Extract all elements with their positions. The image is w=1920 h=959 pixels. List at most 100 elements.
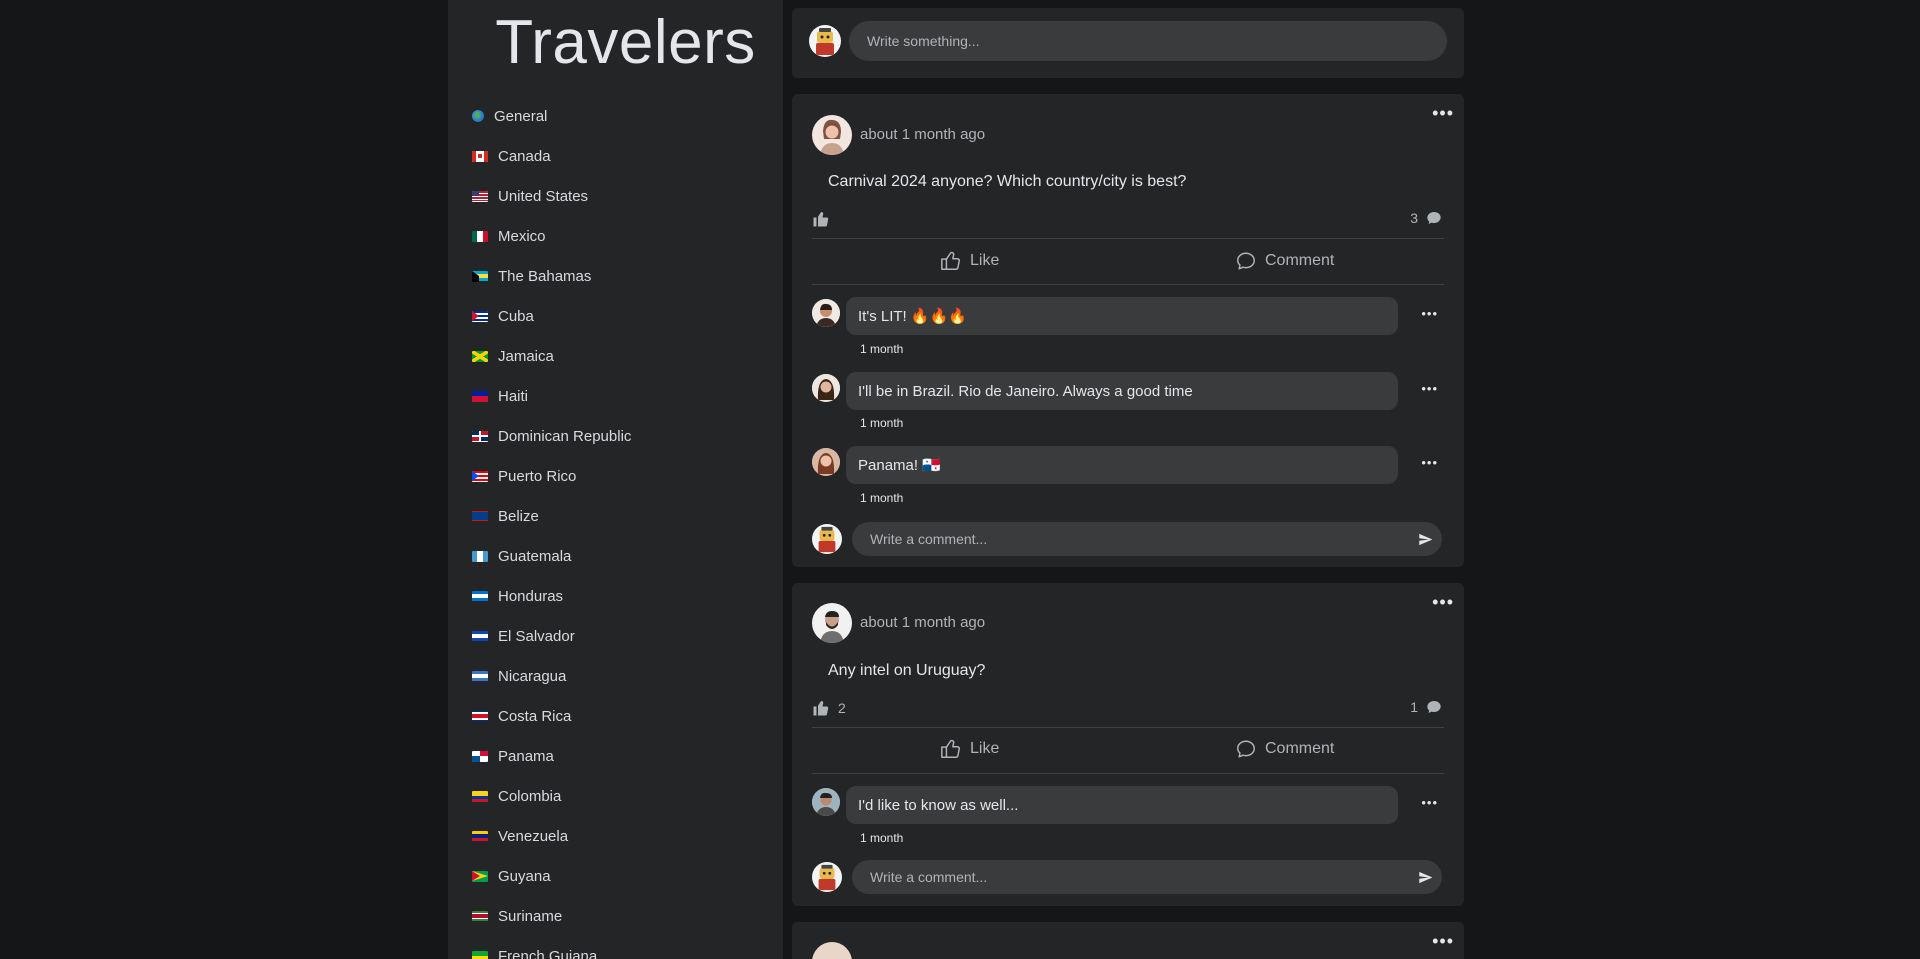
comment-timestamp: 1 month [860, 831, 904, 845]
comment-more-options-icon[interactable]: ••• [1421, 455, 1438, 470]
comment-button[interactable]: Comment [1235, 738, 1334, 760]
flag-icon [472, 190, 498, 202]
sidebar-item-costa-rica[interactable]: Costa Rica [448, 696, 783, 736]
comment-timestamp: 1 month [860, 342, 904, 356]
comment-icon [1237, 252, 1255, 270]
sidebar-item-haiti[interactable]: Haiti [448, 376, 783, 416]
flag-icon [472, 350, 498, 362]
sidebar-item-label: Nicaragua [498, 667, 567, 685]
sidebar-item-canada[interactable]: Canada [448, 136, 783, 176]
comment-input[interactable]: Write a comment... [852, 860, 1442, 894]
sidebar-item-label: Canada [498, 147, 551, 165]
comment-button[interactable]: Comment [1235, 250, 1334, 272]
sidebar-item-guyana[interactable]: Guyana [448, 856, 783, 896]
comment-filled-icon [1427, 212, 1441, 224]
sidebar-item-label: Mexico [498, 227, 546, 245]
sidebar-item-the-bahamas[interactable]: The Bahamas [448, 256, 783, 296]
sidebar-item-united-states[interactable]: United States [448, 176, 783, 216]
comment-avatar[interactable] [812, 374, 840, 402]
composer-input[interactable]: Write something... [849, 21, 1447, 61]
post-more-options-icon[interactable]: ••• [1432, 593, 1454, 611]
sidebar-item-label: El Salvador [498, 627, 575, 645]
comment-more-options-icon[interactable]: ••• [1421, 795, 1438, 810]
flag-icon [472, 750, 498, 762]
sidebar-item-french-guiana[interactable]: French Guiana [448, 936, 783, 959]
comment-avatar[interactable] [812, 448, 840, 476]
flag-icon [472, 950, 498, 959]
flag-icon [472, 510, 498, 522]
thumbs-up-icon [941, 739, 960, 758]
sidebar-item-label: Belize [498, 507, 539, 525]
flag-icon [472, 830, 498, 842]
flag-icon [472, 230, 498, 242]
comment-avatar[interactable] [812, 788, 840, 816]
sidebar-item-panama[interactable]: Panama [448, 736, 783, 776]
sidebar-item-label: Venezuela [498, 827, 569, 845]
sidebar-item-label: United States [498, 187, 589, 205]
sidebar-item-venezuela[interactable]: Venezuela [448, 816, 783, 856]
post-text: Any intel on Uruguay? [828, 662, 986, 679]
sidebar-item-colombia[interactable]: Colombia [448, 776, 783, 816]
flag-icon [472, 870, 498, 882]
sidebar-item-general[interactable]: General [448, 96, 783, 136]
like-button[interactable]: Like [940, 250, 999, 272]
flag-icon [472, 470, 498, 482]
post-timestamp: about 1 month ago [860, 614, 986, 631]
send-icon[interactable] [1418, 532, 1433, 547]
comment-bubble: I'll be in Brazil. Rio de Janeiro. Alway… [846, 372, 1398, 410]
sidebar-item-label: French Guiana [498, 947, 598, 959]
sidebar-item-label: Suriname [498, 907, 563, 925]
author-avatar[interactable] [812, 942, 852, 959]
flag-icon [472, 150, 498, 162]
sidebar-item-label: Guyana [498, 867, 551, 885]
comment-avatar[interactable] [812, 299, 840, 327]
sidebar-item-honduras[interactable]: Honduras [448, 576, 783, 616]
sidebar-item-cuba[interactable]: Cuba [448, 296, 783, 336]
globe-icon [472, 110, 484, 122]
sidebar-item-label: Cuba [498, 307, 534, 325]
sidebar-item-puerto-rico[interactable]: Puerto Rico [448, 456, 783, 496]
sidebar-item-label: Honduras [498, 587, 564, 605]
like-filled-icon [813, 212, 829, 227]
flag-icon [472, 910, 498, 922]
comment-bubble: Panama! 🇵🇦 [846, 446, 1398, 484]
flag-icon [472, 270, 498, 282]
post-more-options-icon[interactable]: ••• [1432, 932, 1454, 950]
sidebar-item-label: Jamaica [498, 347, 554, 365]
author-avatar[interactable] [812, 115, 852, 155]
sidebar-item-jamaica[interactable]: Jamaica [448, 336, 783, 376]
comment-timestamp: 1 month [860, 491, 904, 505]
post-composer: Write something... [792, 8, 1464, 78]
post-like-count: 2 [812, 699, 846, 717]
sidebar-item-el-salvador[interactable]: El Salvador [448, 616, 783, 656]
sidebar-item-label: Panama [498, 747, 554, 765]
sidebar-item-suriname[interactable]: Suriname [448, 896, 783, 936]
like-filled-icon [813, 701, 829, 716]
sidebar-item-nicaragua[interactable]: Nicaragua [448, 656, 783, 696]
app-title: Travelers [495, 8, 756, 77]
post-card: ••• about 1 month ago Carnival 2024 anyo… [792, 94, 1464, 567]
post-comment-count[interactable]: 3 [1410, 210, 1442, 226]
comment-more-options-icon[interactable]: ••• [1421, 381, 1438, 396]
sidebar: Travelers General Canada United States Mexi… [448, 0, 783, 959]
divider [812, 238, 1444, 239]
sidebar-item-mexico[interactable]: Mexico [448, 216, 783, 256]
post-more-options-icon[interactable]: ••• [1432, 104, 1454, 122]
post-timestamp: about 1 month ago [860, 126, 986, 143]
sidebar-item-label: Dominican Republic [498, 427, 632, 445]
sidebar-item-label: Haiti [498, 387, 529, 405]
flag-icon [472, 710, 498, 722]
flag-icon [472, 630, 498, 642]
sidebar-item-belize[interactable]: Belize [448, 496, 783, 536]
current-user-avatar [812, 862, 842, 892]
send-icon[interactable] [1418, 870, 1433, 885]
sidebar-item-dominican-republic[interactable]: Dominican Republic [448, 416, 783, 456]
comment-input[interactable]: Write a comment... [852, 522, 1442, 556]
like-button[interactable]: Like [940, 738, 999, 760]
sidebar-item-guatemala[interactable]: Guatemala [448, 536, 783, 576]
author-avatar[interactable] [812, 603, 852, 643]
comment-more-options-icon[interactable]: ••• [1421, 306, 1438, 321]
sidebar-nav: General Canada United States Mexico The Baha… [448, 96, 783, 959]
sidebar-item-label: Costa Rica [498, 707, 572, 725]
post-comment-count[interactable]: 1 [1410, 699, 1442, 715]
